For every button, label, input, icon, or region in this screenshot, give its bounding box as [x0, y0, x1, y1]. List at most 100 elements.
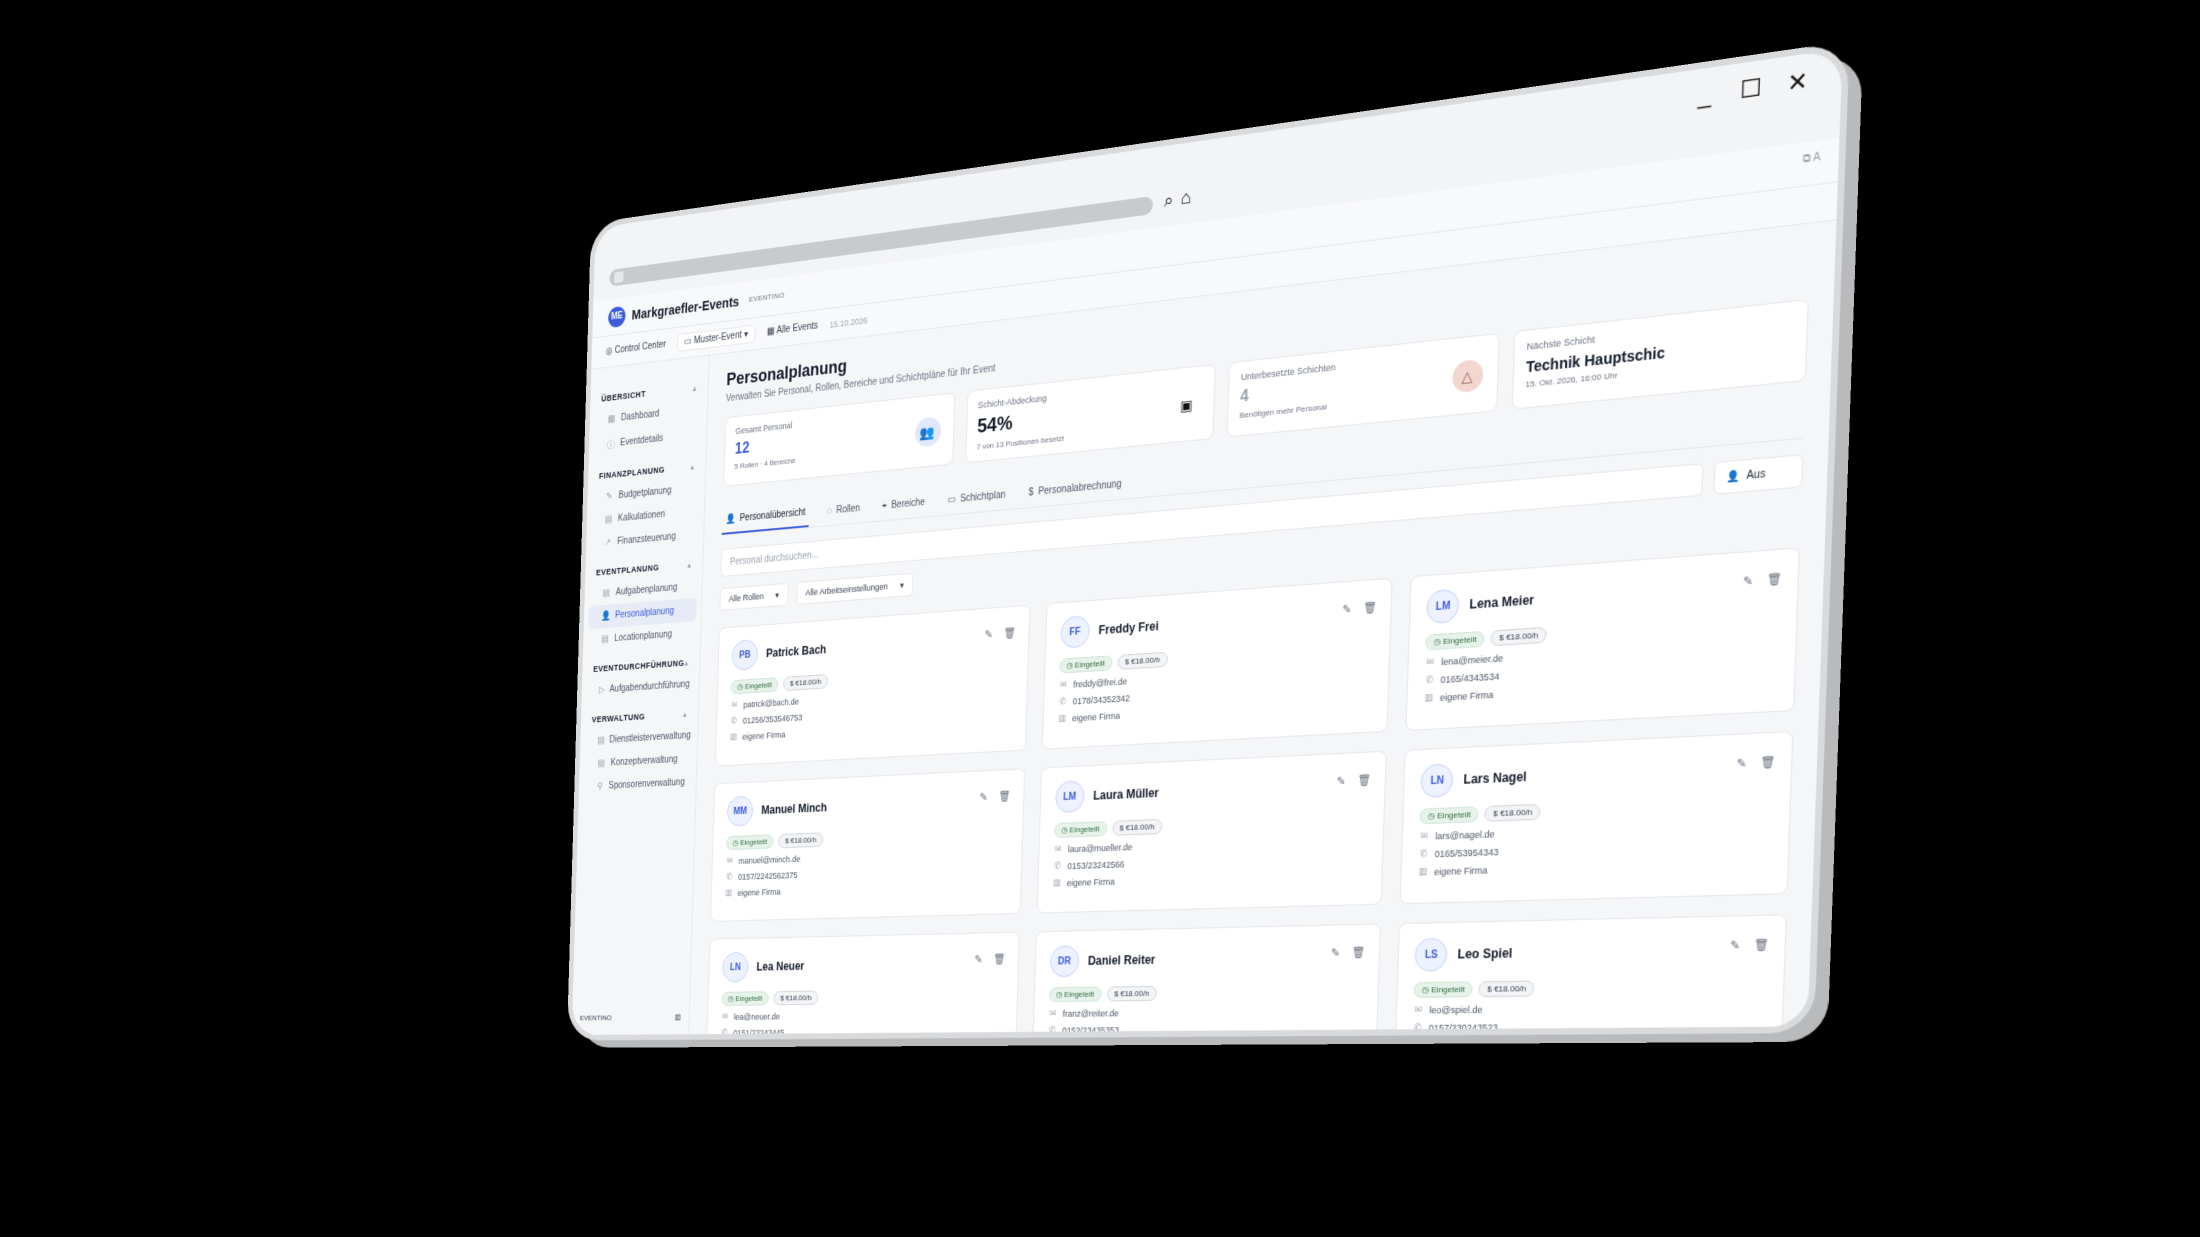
email-text: freddy@frei.de	[1073, 675, 1128, 690]
trash-icon[interactable]: 🗑	[1766, 572, 1782, 587]
tab-shift-plan[interactable]: ▭ Schichtplan	[944, 480, 1010, 514]
company-text: eigene Firma	[1439, 688, 1494, 703]
role-filter-select[interactable]: Alle Rollen ▾	[719, 582, 789, 611]
trash-icon[interactable]: 🗑	[1760, 755, 1776, 770]
edit-icon[interactable]: ✎	[974, 953, 982, 966]
card-header: DR Daniel Reiter	[1049, 939, 1364, 978]
sidebar-item-label: Budgetplanung	[618, 485, 672, 501]
personnel-card[interactable]: DR Daniel Reiter ✎ 🗑 ◷ Eingeteilt $ €18.00/h ✉…	[1031, 923, 1382, 1036]
phone-text: 0165/53954343	[1434, 846, 1499, 859]
tab-label: Personalübersicht	[739, 507, 806, 524]
nav-icon: ▤	[601, 634, 609, 645]
event-date: 15.10.2026	[829, 314, 868, 330]
event-select[interactable]: ▭ Muster-Event ▾	[676, 324, 756, 353]
search-icon[interactable]: ⌕	[1164, 189, 1174, 211]
breadcrumb-all-events[interactable]: ▦ Alle Events	[767, 321, 818, 338]
sidebar-section-title: EVENTPLANUNG	[595, 562, 660, 578]
personnel-card[interactable]: LS Leo Spiel ✎ 🗑 ◷ Eingeteilt $ €18.00/h ✉ leo@…	[1394, 914, 1787, 1036]
trash-icon[interactable]: 🗑	[993, 953, 1006, 966]
email-text: lars@nagel.de	[1435, 828, 1495, 842]
phone-icon: ✆	[1053, 860, 1062, 871]
stat-total-personnel: Gesamt Personal 12 5 Rollen · 4 Bereiche…	[723, 392, 955, 487]
top-right-action[interactable]: ⧉ A	[1802, 151, 1821, 166]
edit-icon[interactable]: ✎	[1342, 602, 1352, 616]
tab-label: Personalabrechnung	[1037, 478, 1122, 498]
breadcrumb-control-center[interactable]: ◎ Control Center	[606, 339, 666, 357]
edit-icon[interactable]: ✎	[1336, 774, 1346, 788]
work-setting-filter-select[interactable]: Alle Arbeitseinstellungen ▾	[795, 572, 914, 605]
calendar-icon: ▭	[947, 494, 956, 506]
edit-icon[interactable]: ✎	[1730, 938, 1741, 952]
trash-icon[interactable]: 🗑	[1363, 601, 1377, 615]
avatar: LM	[1426, 588, 1460, 625]
personnel-card[interactable]: MM Manuel Minch ✎ 🗑 ◷ Eingeteilt $ €18.00/h ✉ m…	[710, 768, 1025, 922]
phone-icon: ✆	[721, 1027, 728, 1036]
rate-badge: $ €18.00/h	[1478, 980, 1535, 998]
avatar: LN	[721, 951, 749, 983]
brand-logo-icon[interactable]: ME	[608, 305, 626, 328]
sidebar-item-label: Aufgabendurchführung	[609, 679, 690, 695]
phone-icon: ✆	[1419, 848, 1428, 859]
tab-areas[interactable]: ⌖ Bereiche	[878, 488, 929, 521]
brand-name: Markgraefler-Events	[631, 293, 740, 323]
trash-icon[interactable]: 🗑	[1351, 946, 1365, 960]
avatar: LS	[1414, 937, 1449, 972]
rate-text: €18.00/h	[790, 835, 817, 846]
phone-text: 0153/23242566	[1067, 858, 1125, 871]
personnel-card[interactable]: LN Lea Neuer ✎ 🗑 ◷ Eingeteilt $ €18.00/h ✉ lea@…	[705, 931, 1020, 1036]
home-icon[interactable]: ⌂	[1181, 187, 1192, 210]
edit-icon[interactable]: ✎	[1743, 574, 1754, 589]
maximize-icon[interactable]: ☐	[1738, 73, 1763, 104]
collapse-sidebar-icon[interactable]: ▥	[675, 1013, 681, 1021]
nav-icon: ✎	[605, 491, 613, 503]
card-header: LS Leo Spiel	[1414, 931, 1768, 972]
add-personnel-button[interactable]: 👤 Aus	[1713, 454, 1804, 495]
personnel-card[interactable]: LM Lena Meier ✎ 🗑 ◷ Eingeteilt $ €18.00/h ✉ len…	[1405, 547, 1801, 731]
avatar: PB	[731, 638, 759, 671]
avatar: LN	[1420, 763, 1454, 799]
mail-icon: ✉	[1426, 656, 1435, 668]
edit-icon[interactable]: ✎	[979, 791, 988, 804]
status-badge: ◷ Eingeteilt	[1413, 981, 1474, 998]
card-actions: ✎ 🗑	[985, 626, 1017, 641]
person-name: Laura Müller	[1092, 785, 1160, 803]
filter-label: Alle Rollen	[728, 591, 764, 604]
tab-personnel-overview[interactable]: 👤 Personalübersicht	[721, 499, 810, 535]
browser-window: _ ☐ ✕ ⌕ ⌂ ME Markgraefler-Events EVENTIN…	[571, 48, 1843, 1036]
tab-roles[interactable]: ◌ Rollen	[823, 494, 864, 525]
nav-icon: ▤	[602, 588, 611, 599]
building-icon: ▥	[729, 731, 738, 742]
edit-icon[interactable]: ✎	[1736, 756, 1747, 771]
minimize-icon[interactable]: _	[1692, 80, 1717, 109]
email-text: leo@spiel.de	[1429, 1003, 1483, 1015]
rate-badge: $ €18.00/h	[1112, 818, 1163, 836]
email-row: ✉ franz@reiter.de	[1048, 1005, 1362, 1019]
personnel-card[interactable]: LN Lars Nagel ✎ 🗑 ◷ Eingeteilt $ €18.00/h ✉ lar…	[1399, 730, 1794, 905]
trash-icon[interactable]: 🗑	[998, 790, 1011, 803]
personnel-card[interactable]: PB Patrick Bach ✎ 🗑 ◷ Eingeteilt $ €18.00/h ✉ p…	[714, 604, 1031, 767]
person-name: Lars Nagel	[1463, 769, 1527, 787]
sidebar-sections: ÜBERSICHT ▴ ▦ Dashboard ⓘ Eventdetails FINANZP…	[579, 376, 708, 799]
mail-icon: ✉	[1049, 1007, 1057, 1018]
sidebar-item-sponsorenverwaltung[interactable]: ⚲ Sponsorenverwaltung	[579, 770, 697, 799]
close-icon[interactable]: ✕	[1785, 67, 1811, 98]
card-header: LN Lea Neuer	[721, 947, 1004, 983]
personnel-card[interactable]: LM Laura Müller ✎ 🗑 ◷ Eingeteilt $ €18.00/h ✉ l…	[1036, 750, 1388, 914]
person-name: Freddy Frei	[1098, 619, 1159, 638]
mail-icon: ✉	[721, 1011, 729, 1021]
status-text: Eingeteilt	[744, 680, 772, 691]
edit-icon[interactable]: ✎	[985, 628, 994, 641]
tab-payroll[interactable]: $ Personalabrechnung	[1025, 470, 1126, 508]
building-icon: ▥	[725, 887, 733, 898]
status-text: Eingeteilt	[1437, 809, 1471, 821]
email-text: laura@mueller.de	[1067, 841, 1133, 854]
trash-icon[interactable]: 🗑	[1753, 938, 1769, 952]
app: ME Markgraefler-Events EVENTINO ⧉ A ◎ Co…	[571, 137, 1840, 1036]
chevron-up-icon: ▴	[690, 462, 695, 472]
edit-icon[interactable]: ✎	[1331, 946, 1340, 960]
email-text: manuel@minch.de	[738, 853, 801, 866]
trash-icon[interactable]: 🗑	[1357, 773, 1371, 787]
personnel-card[interactable]: FF Freddy Frei ✎ 🗑 ◷ Eingeteilt $ €18.00/h ✉ fr…	[1041, 577, 1393, 750]
mail-icon: ✉	[1414, 1004, 1423, 1015]
trash-icon[interactable]: 🗑	[1003, 626, 1016, 640]
